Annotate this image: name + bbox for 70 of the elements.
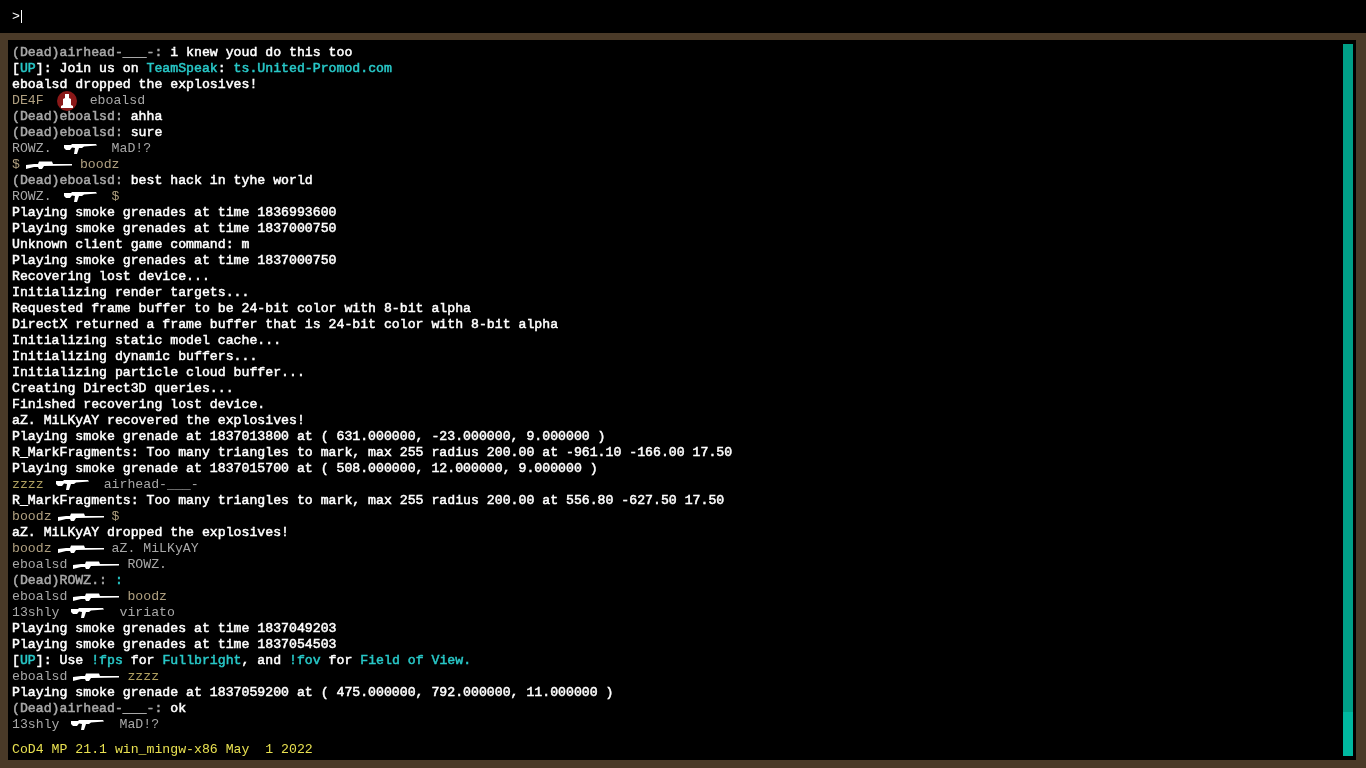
log-line: Playing smoke grenade at 1837013800 at ( 631.000000, -23.000000, 9.000000 ) — [12, 429, 607, 445]
player-name: MaD!? — [111, 141, 152, 157]
player-name: $ — [12, 157, 20, 173]
log-line: Playing smoke grenade at 1837015700 at ( 508.000000, 12.000000, 9.000000 ) — [12, 461, 599, 477]
player-name: MaD!? — [119, 717, 160, 733]
rifle-icon — [63, 191, 98, 203]
log-line: Recovering lost device... — [12, 269, 211, 285]
player-name: 13shly — [12, 717, 60, 733]
player-name: boodz — [79, 157, 120, 173]
player-name: ROWZ. — [12, 189, 52, 205]
sniper-rifle-icon — [57, 544, 104, 554]
player-name: 13shly — [12, 605, 60, 621]
log-line: Playing smoke grenades at time 1837054503 — [12, 637, 338, 653]
log-line: (Dead)eboalsd: best hack in tyhe world — [12, 173, 314, 189]
player-name: boodz — [12, 541, 52, 557]
emblem-icon — [55, 90, 78, 112]
log-line: R_MarkFragments: Too many triangles to mark, max 255 radius 200.00 at 556.80 -627.50 17.50 — [12, 493, 726, 509]
player-name: eboalsd — [89, 93, 146, 109]
player-name: zzzz — [12, 477, 44, 493]
player-name: zzzz — [127, 669, 160, 685]
log-line: R_MarkFragments: Too many triangles to mark, max 255 radius 200.00 at -961.10 -166.00 17.50 — [12, 445, 733, 461]
sniper-rifle-icon — [25, 160, 72, 170]
log-line: (Dead)eboalsd: ahha — [12, 109, 164, 125]
log-line: (Dead)ROWZ.: : — [12, 573, 124, 589]
player-name: $ — [111, 509, 120, 525]
log-line: Requested frame buffer to be 24-bit color with 8-bit alpha — [12, 301, 472, 317]
player-name: eboalsd — [12, 669, 68, 685]
player-name: boodz — [12, 509, 52, 525]
log-line: Initializing static model cache... — [12, 333, 283, 349]
player-name: eboalsd — [12, 589, 68, 605]
log-line: Initializing dynamic buffers... — [12, 349, 259, 365]
player-name: DE4F — [12, 93, 44, 109]
log-line: Initializing particle cloud buffer... — [12, 365, 306, 381]
player-name: eboalsd — [12, 557, 68, 573]
log-line: Playing smoke grenades at time 1837049203 — [12, 621, 338, 637]
sniper-rifle-icon — [73, 592, 120, 602]
player-name: boodz — [127, 589, 167, 605]
rifle-icon — [71, 719, 106, 731]
sniper-rifle-icon — [73, 560, 120, 570]
log-line: Playing smoke grenades at time 1836993600 — [12, 205, 338, 221]
log-line: Finished recovering lost device. — [12, 397, 267, 413]
log-line: (Dead)eboalsd: sure — [12, 125, 164, 141]
log-line: Playing smoke grenades at time 1837000750 — [12, 253, 338, 269]
player-name: ROWZ. — [127, 557, 167, 573]
log-line: [UP]: Join us on TeamSpeak: ts.United-Promod.com — [12, 61, 393, 77]
log-line: Initializing render targets... — [12, 285, 251, 301]
log-line: DirectX returned a frame buffer that is 24-bit color with 8-bit alpha — [12, 317, 560, 333]
log-line: (Dead)airhead-___-: ok — [12, 701, 188, 717]
player-name: airhead-___- — [103, 477, 199, 493]
log-line: Playing smoke grenades at time 1837000750 — [12, 221, 338, 237]
scrollbar[interactable] — [1343, 44, 1353, 756]
rifle-icon — [55, 479, 90, 491]
log-line: [UP]: Use !fps for Fullbright, and !fov for Field of View. — [12, 653, 473, 669]
log-line: aZ. MiLKyAY recovered the explosives! — [12, 413, 306, 429]
sniper-rifle-icon — [57, 512, 104, 522]
player-name: viriato — [119, 605, 175, 621]
log-line: Playing smoke grenade at 1837059200 at ( 475.000000, 792.000000, 11.000000 ) — [12, 685, 615, 701]
version-text: CoD4 MP 21.1 win_mingw-x86 May 1 2022 — [12, 742, 314, 758]
log-line: aZ. MiLKyAY dropped the explosives! — [12, 525, 290, 541]
player-name: $ — [111, 189, 120, 205]
log-line: (Dead)airhead-___-: i knew youd do this too — [12, 45, 354, 61]
log-line: eboalsd dropped the explosives! — [12, 77, 259, 93]
player-name: ROWZ. — [12, 141, 52, 157]
rifle-icon — [63, 143, 98, 155]
console-input-field[interactable]: > — [0, 0, 1366, 33]
player-name: aZ. MiLKyAY — [111, 541, 199, 557]
log-line: Unknown client game command: m — [12, 237, 251, 253]
sniper-rifle-icon — [73, 672, 120, 682]
rifle-icon — [71, 607, 106, 619]
log-line: Creating Direct3D queries... — [12, 381, 235, 397]
